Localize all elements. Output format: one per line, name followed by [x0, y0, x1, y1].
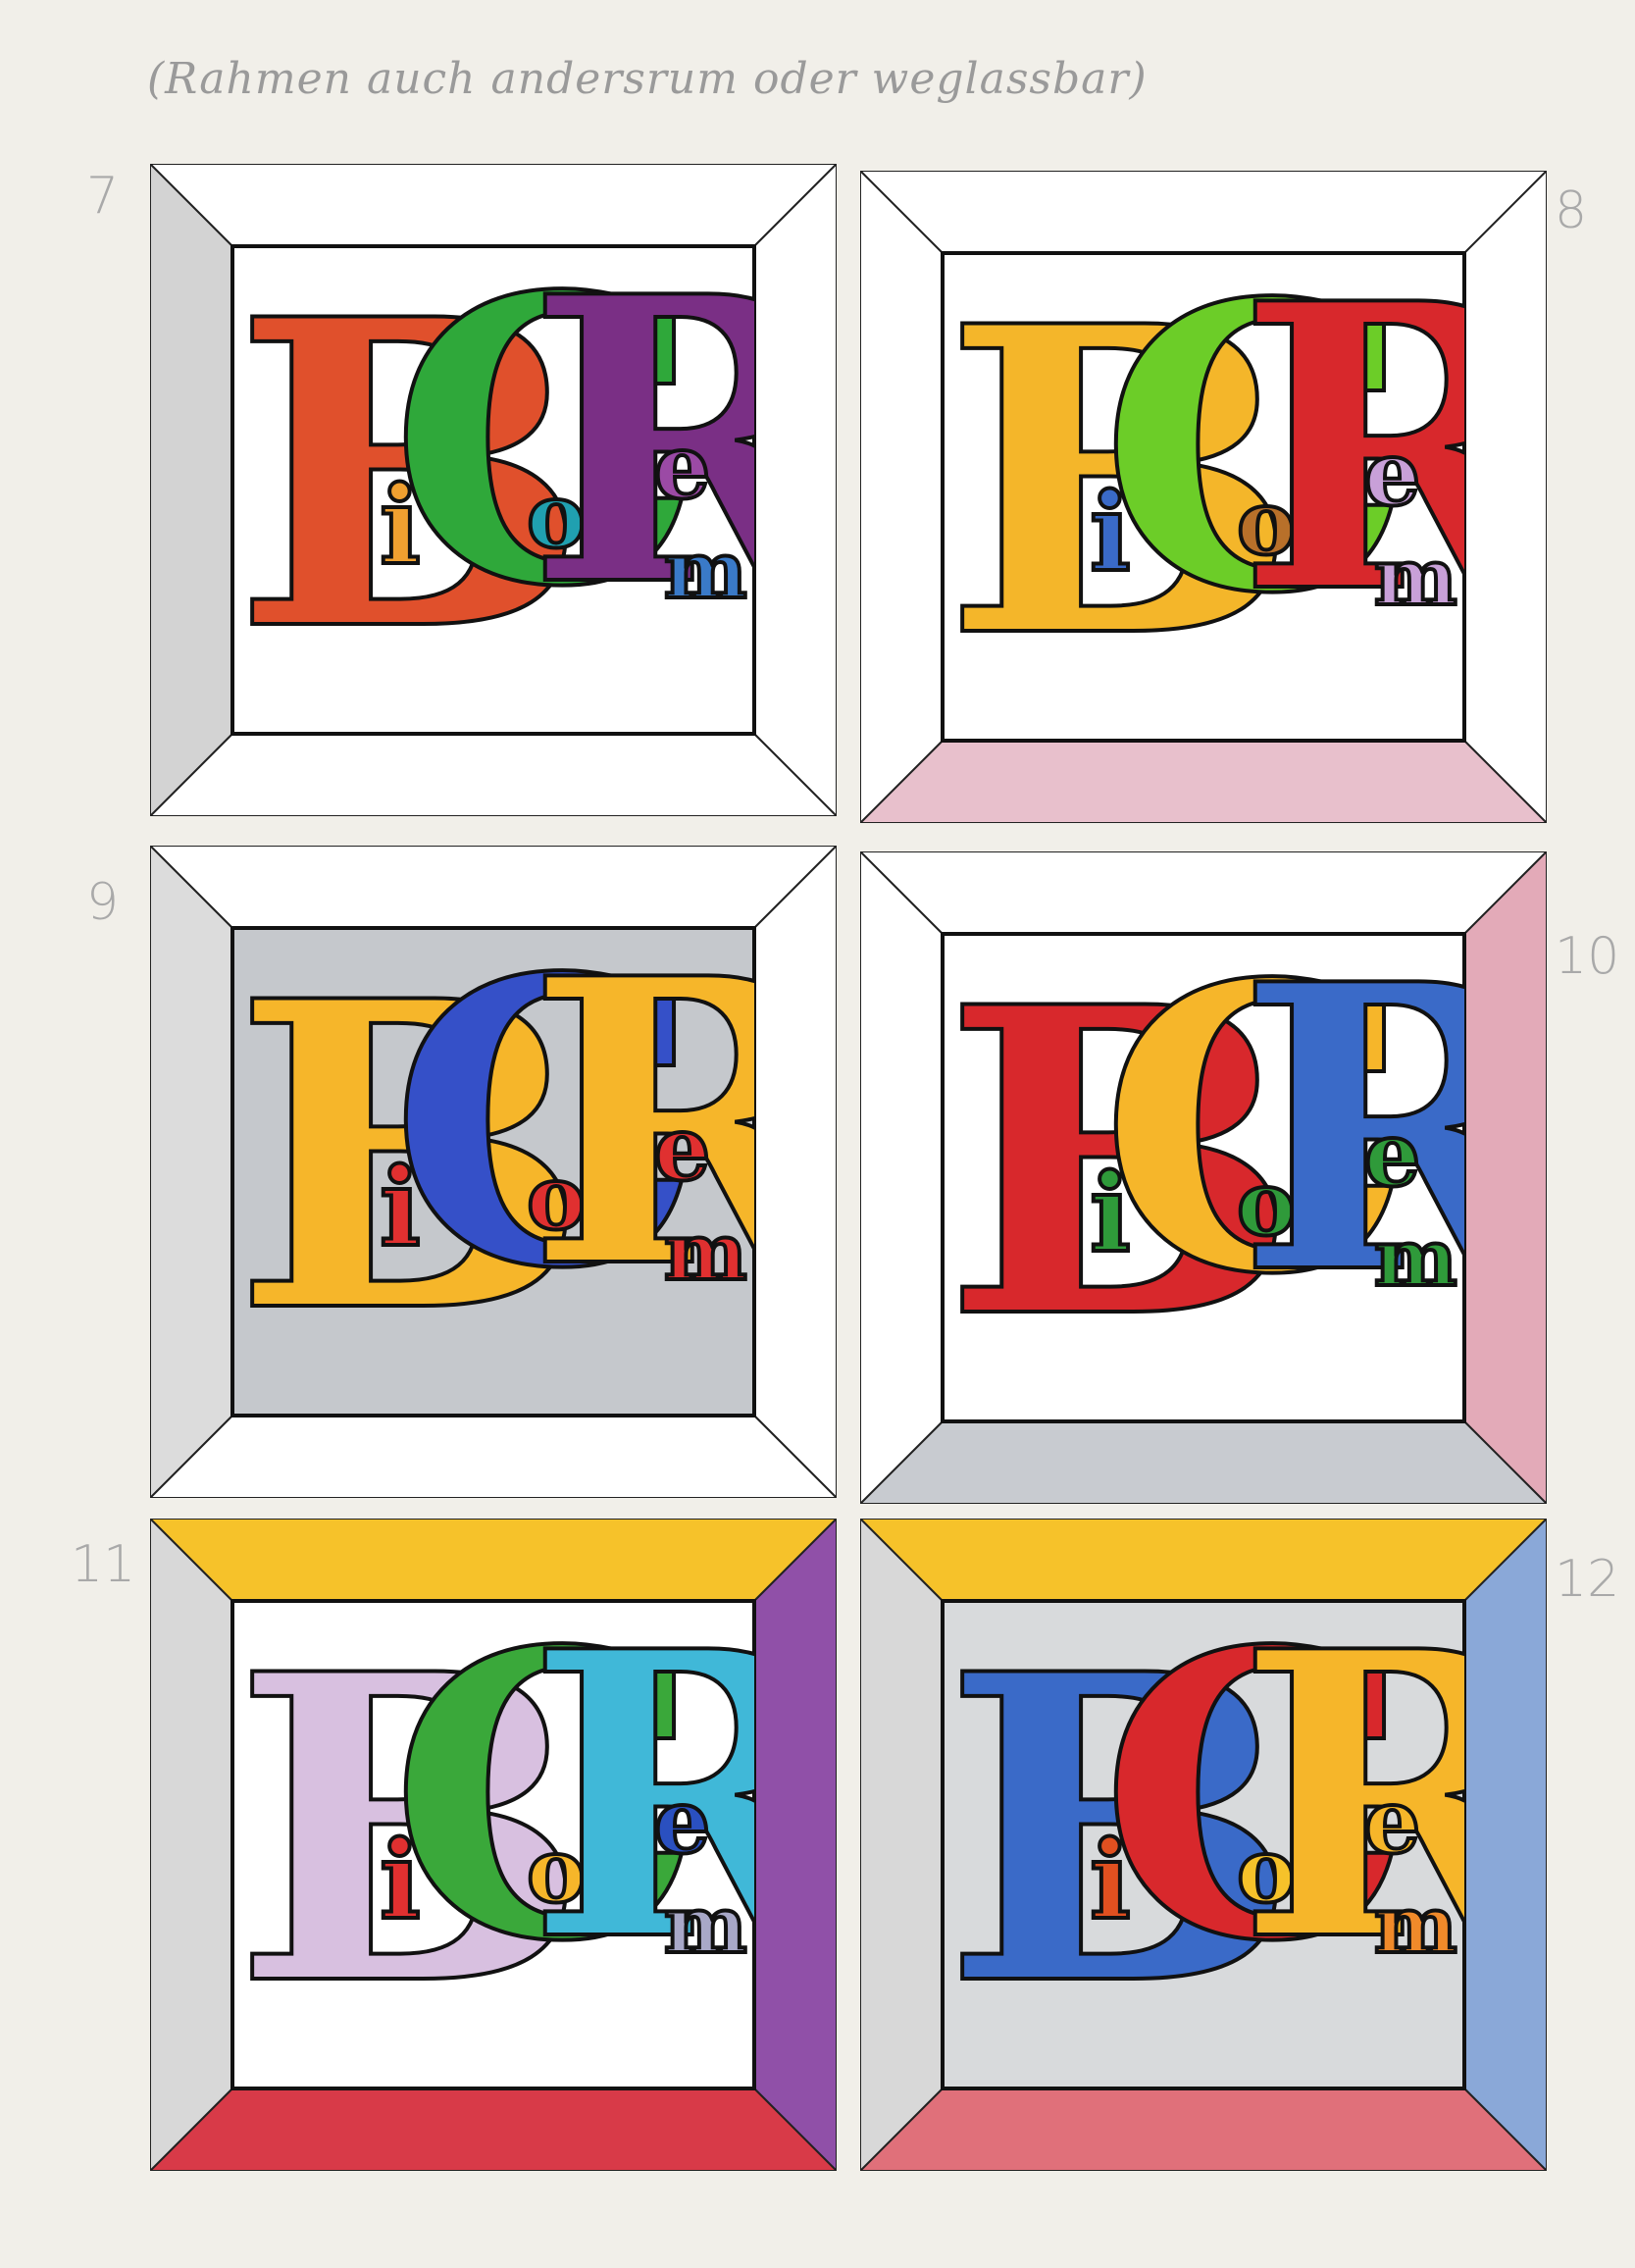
panel-number: 7: [86, 167, 120, 226]
bevel-left: [150, 846, 233, 1498]
bevel-bottom: [860, 2088, 1547, 2171]
bevel-right: [753, 164, 837, 816]
panel-number: 10: [1555, 927, 1620, 986]
bevel-top: [150, 164, 837, 247]
panel-number: 8: [1555, 181, 1588, 240]
design-panel-11: BiCoRem: [150, 1519, 837, 2171]
letter-e: e: [1362, 422, 1422, 526]
letter-m: m: [1372, 1879, 1459, 1971]
bevel-left: [150, 1519, 233, 2171]
bevel-right: [1463, 851, 1547, 1504]
panel-number: 11: [71, 1535, 136, 1594]
letter-e: e: [1362, 1770, 1422, 1874]
letter-group: BiCoRem: [232, 1601, 754, 2088]
letter-m: m: [662, 1206, 749, 1298]
letter-m: m: [662, 524, 749, 616]
bevel-top: [860, 1519, 1547, 1602]
letter-e: e: [652, 1097, 712, 1201]
bevel-top: [860, 851, 1547, 935]
bevel-top: [150, 1519, 837, 1602]
handwritten-note: (Rahmen auch andersrum oder weglassbar): [147, 54, 1148, 104]
design-panel-12: BiCoRem: [860, 1519, 1547, 2171]
bevel-bottom: [150, 733, 837, 816]
bevel-right: [753, 1519, 837, 2171]
bevel-top: [860, 171, 1547, 254]
bevel-bottom: [860, 1420, 1547, 1504]
letter-m: m: [662, 1879, 749, 1971]
design-panel-8: BiCoRem: [860, 171, 1547, 823]
bevel-bottom: [860, 740, 1547, 823]
bevel-right: [1463, 171, 1547, 823]
bevel-bottom: [150, 1415, 837, 1498]
bevel-left: [860, 851, 944, 1504]
panel-number: 12: [1555, 1550, 1620, 1609]
letter-group: BiCoRem: [943, 253, 1464, 741]
letter-group: BiCoRem: [943, 934, 1464, 1421]
design-panel-10: BiCoRem: [860, 851, 1547, 1504]
bevel-left: [150, 164, 233, 816]
letter-m: m: [1372, 531, 1459, 623]
design-panel-9: BiCoRem: [150, 846, 837, 1498]
bevel-left: [860, 1519, 944, 2171]
letter-e: e: [652, 415, 712, 519]
panel-number: 9: [86, 873, 120, 932]
letter-group: BiCoRem: [943, 1601, 1464, 2088]
bevel-left: [860, 171, 944, 823]
bevel-right: [1463, 1519, 1547, 2171]
letter-m: m: [1372, 1211, 1459, 1304]
letter-group: BiCoRem: [232, 246, 754, 734]
bevel-right: [753, 846, 837, 1498]
letter-e: e: [1362, 1103, 1422, 1207]
bevel-top: [150, 846, 837, 929]
bevel-bottom: [150, 2088, 837, 2171]
letter-e: e: [652, 1770, 712, 1874]
letter-group: BiCoRem: [232, 928, 754, 1416]
design-panel-7: BiCoRem: [150, 164, 837, 816]
